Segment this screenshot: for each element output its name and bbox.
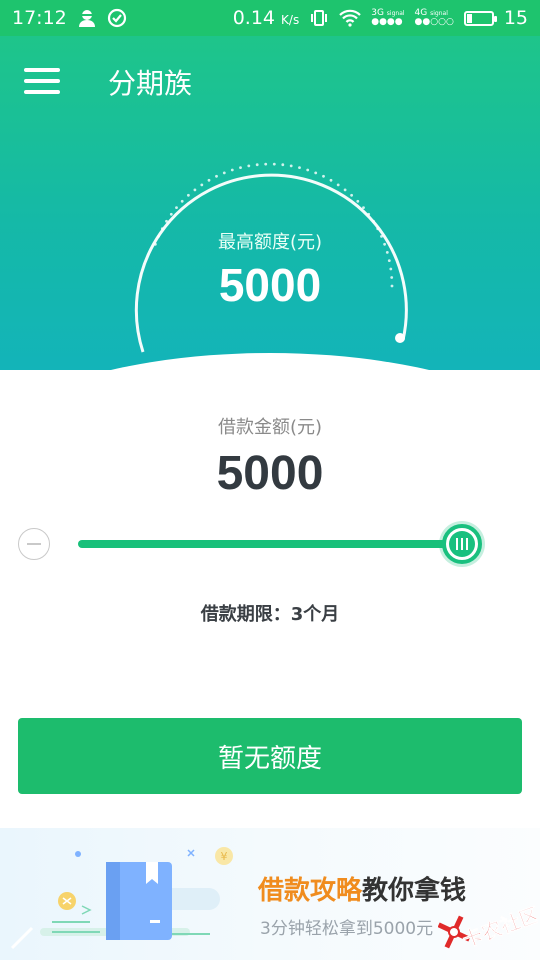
gauge-tick <box>255 163 259 167</box>
gauge-tick <box>222 171 226 175</box>
gauge-tick <box>281 163 285 167</box>
gauge-end-indicator <box>395 333 405 343</box>
status-time: 17:12 <box>12 7 67 29</box>
gauge-tick <box>322 174 325 178</box>
gauge-tick <box>329 178 333 182</box>
wifi-icon <box>339 9 362 27</box>
vibrate-icon <box>309 8 329 28</box>
gauge-tick <box>215 174 218 178</box>
status-bar: 17:12 0.14 K/s 3G signal ●●●● 4G signal … <box>0 0 540 36</box>
gauge-tick <box>343 188 347 192</box>
gauge-tick <box>314 171 318 175</box>
slider-grip-icon <box>449 531 475 557</box>
gauge-tick <box>356 199 360 203</box>
gauge-tick <box>247 164 251 168</box>
gauge-tick <box>230 168 234 172</box>
gauge-tick <box>187 193 190 197</box>
gauge-tick <box>169 212 173 216</box>
gauge-tick <box>272 162 276 166</box>
battery-level: 15 <box>503 7 528 29</box>
network-speed: 0.14 K/s <box>232 7 300 29</box>
max-credit-value: 5000 <box>218 259 322 311</box>
decrease-amount-button[interactable] <box>18 528 50 560</box>
loan-amount-label: 借款金额(元) <box>217 417 323 438</box>
loan-term: 借款期限：3个月 <box>200 604 340 625</box>
signal-3g: 3G signal ●●●● <box>371 8 405 27</box>
coin-symbol: ¥ <box>221 850 228 863</box>
gauge-tick <box>372 219 375 223</box>
status-left: 17:12 <box>12 7 127 29</box>
gauge-tick <box>180 199 184 203</box>
signal-dots-4g-icon: ●●○○○ <box>414 17 454 27</box>
gauge-tick <box>207 178 211 182</box>
gauge-tick <box>165 219 168 223</box>
loan-amount-slider[interactable] <box>78 540 462 548</box>
check-circle-icon <box>107 8 127 28</box>
hero-panel: 分期族 最高额度(元) 5000 <box>0 36 540 370</box>
signal-dots-3g-icon: ●●●● <box>371 17 403 27</box>
loan-amount-value: 5000 <box>216 447 324 500</box>
battery-icon <box>463 10 497 26</box>
watermark-text: 卡农社区 <box>459 902 538 952</box>
status-right: 0.14 K/s 3G signal ●●●● 4G signal ●●○○○ … <box>233 7 528 29</box>
max-credit-label: 最高额度(元) <box>217 232 323 253</box>
gauge-tick <box>193 188 197 192</box>
gauge-tick <box>200 183 204 187</box>
gauge-tick <box>336 183 340 187</box>
gauge-tick <box>298 166 301 170</box>
gauge-tick <box>175 206 178 210</box>
gauge-tick <box>367 212 371 216</box>
gauge-tick <box>306 168 310 172</box>
notification-person-icon <box>77 8 97 28</box>
watermark-logo: 卡农社区 <box>438 902 538 952</box>
apply-button[interactable]: 暂无额度 <box>18 718 522 794</box>
gauge-tick <box>239 166 242 170</box>
gauge-tick <box>289 164 293 168</box>
credit-gauge <box>134 162 408 353</box>
gauge-tick <box>264 162 268 166</box>
slider-handle[interactable] <box>442 524 482 564</box>
banner-subtitle: 3分钟轻松拿到5000元 <box>260 919 434 939</box>
gauge-tick <box>350 193 353 197</box>
banner-illustration: ¥ <box>10 847 233 950</box>
banner-title: 借款攻略教你拿钱 <box>258 870 466 907</box>
banner-title-highlight: 借款攻略 <box>258 876 363 906</box>
signal-4g: 4G signal ●●○○○ <box>414 8 454 27</box>
gauge-tick <box>362 206 365 210</box>
